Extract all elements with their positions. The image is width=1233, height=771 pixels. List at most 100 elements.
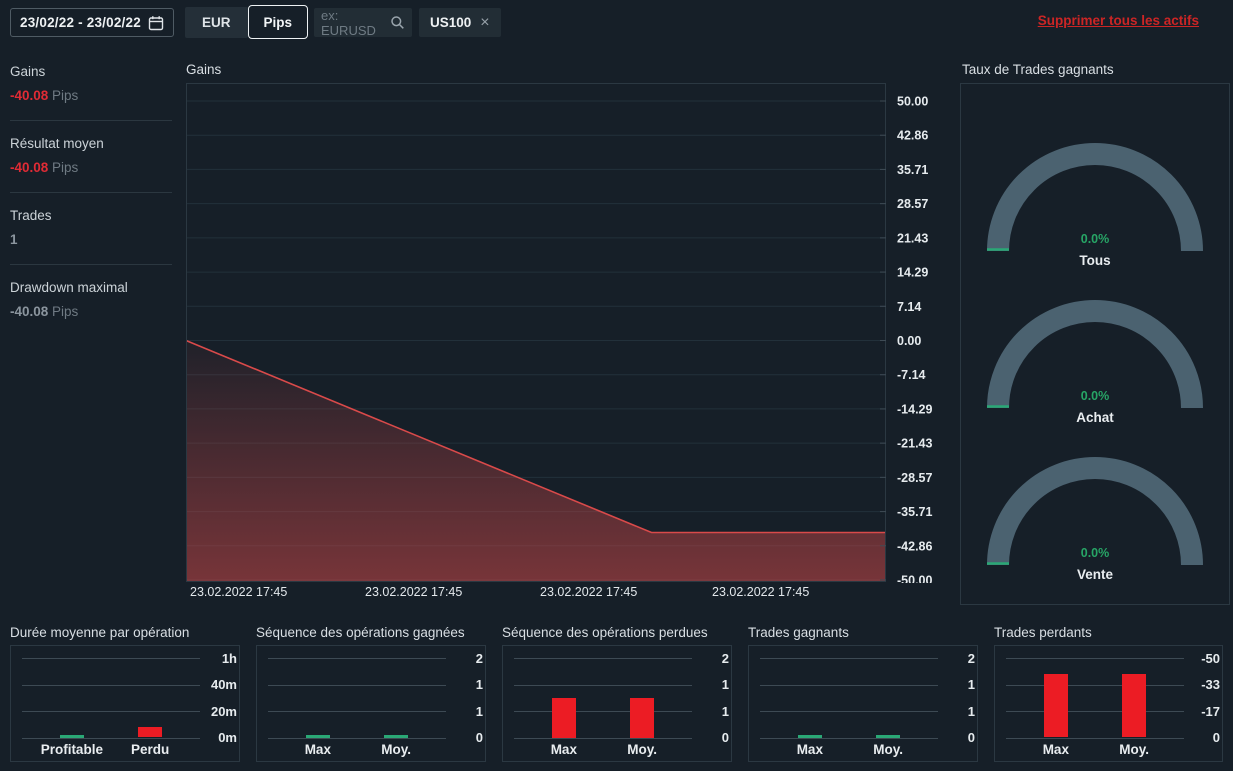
y-tick-label: 2 [721,650,729,666]
y-tick-label: 2 [475,650,483,666]
stat-gains-unit: Pips [52,88,79,103]
y-tick-label: 50.00 [897,95,928,109]
stat-gains: Gains -40.08 Pips [10,58,172,120]
y-tick-label: 0 [1212,730,1220,745]
x-category-label: Moy. [381,742,412,757]
calendar-icon[interactable] [148,15,164,31]
bar-max [551,697,576,738]
y-tick-label: 40m [210,677,237,692]
eur-button[interactable]: EUR [185,6,248,38]
y-tick-label: 1 [721,703,729,719]
y-tick-label: -17 [1201,703,1220,719]
clear-all-assets-link[interactable]: Supprimer tous les actifs [1038,13,1199,28]
stats-sidebar: Gains -40.08 Pips Résultat moyen -40.08 … [10,58,172,336]
y-tick-label: 1 [967,703,975,719]
x-category-label: Profitable [40,742,103,757]
gauge-label: Tous [1079,253,1110,268]
gridline [760,711,938,712]
stat-drawdown-label: Drawdown maximal [10,280,128,295]
y-tick-label: -28.57 [897,471,932,485]
gridline [760,684,938,686]
x-category-label: Moy. [873,742,904,757]
stat-trades-label: Trades [10,208,52,223]
stat-resultat-moyen: Résultat moyen -40.08 Pips [10,120,172,192]
stat-resultat-value: -40.08 [10,160,49,175]
y-tick-label: 0.00 [897,334,921,348]
pips-button[interactable]: Pips [247,5,309,39]
search-placeholder: ex: EURUSD [321,7,376,38]
bar-perdu [138,726,163,738]
stat-resultat-label: Résultat moyen [10,136,104,151]
gridline [268,658,446,659]
bar-moy [384,734,409,738]
search-icon[interactable] [390,15,405,30]
minichart-title: Séquence des opérations gagnées [256,625,465,640]
y-tick-label: 0 [721,730,729,745]
stat-trades: Trades 1 [10,192,172,264]
x-tick-label: 23.02.2022 17:45 [365,585,463,599]
gains-plot-svg: 50.00 42.86 35.71 28.57 21.43 14.29 7.14 0.00 -7… [185,83,932,588]
bar-moy [1122,673,1147,738]
x-category-label: Max [304,742,331,757]
asset-search-input[interactable]: ex: EURUSD [314,7,412,38]
bar-max [797,734,822,738]
gauges-svg: 0.0% Tous 0.0% Achat 0.0% Vente [987,143,1203,582]
gridline [514,684,692,686]
y-tick-label: 1 [475,703,483,719]
gains-chart: 50.00 42.86 35.71 28.57 21.43 14.29 7.14 0.00 -7… [185,83,942,588]
y-tick-label: 1 [721,677,729,692]
gridline [22,658,200,659]
stat-resultat-unit: Pips [52,160,79,175]
minichart-plot: -50 -33 -17 0 Max Moy. [994,645,1223,762]
gridline [1006,737,1184,739]
gauge-value: 0.0% [1081,389,1110,403]
stat-drawdown: Drawdown maximal -40.08 Pips [10,264,172,336]
unit-toggle: EUR Pips [185,5,309,39]
gains-chart-title: Gains [186,62,222,77]
stat-drawdown-value: -40.08 [10,304,49,319]
y-tick-label: -50 [1201,650,1220,666]
y-tick-label: -35.71 [897,505,932,519]
y-tick-label: 1h [221,650,237,666]
y-tick-label: 2 [967,650,975,666]
asset-chip-remove-icon[interactable]: × [480,14,489,31]
y-tick-label: 35.71 [897,163,928,177]
stat-gains-label: Gains [10,64,46,79]
gridline [268,684,446,686]
y-tick-label: -42.86 [897,539,932,553]
y-tick-label: 20m [210,703,237,719]
gridline [1006,684,1184,686]
y-tick-label: 7.14 [897,300,921,314]
gridline [514,658,692,659]
date-range-value: 23/02/22 - 23/02/22 [20,15,141,30]
stat-gains-value: -40.08 [10,88,49,103]
y-tick-label: 1 [475,677,483,692]
bar-profitable [59,734,84,738]
x-category-label: Moy. [627,742,658,757]
y-tick-label: -33 [1201,677,1220,692]
x-category-label: Max [550,742,577,757]
y-tick-label: -50.00 [897,574,932,584]
win-rate-panel-title: Taux de Trades gagnants [962,62,1114,77]
y-tick-label: 0 [475,730,483,745]
stat-drawdown-unit: Pips [52,304,79,319]
minichart-plot: 2 1 1 0 Max Moy. [748,645,978,762]
gauge-value: 0.0% [1081,232,1110,246]
asset-chip-label: US100 [430,15,472,30]
y-tick-label: -14.29 [897,402,932,416]
gauge-value: 0.0% [1081,546,1110,560]
gridline [760,658,938,659]
x-category-label: Max [1042,742,1069,757]
minichart-plot: 2 1 1 0 Max Moy. [256,645,486,762]
date-range-input[interactable]: 23/02/22 - 23/02/22 [10,8,174,37]
minichart-title: Trades perdants [994,625,1092,640]
stat-trades-value: 1 [10,232,18,247]
y-tick-label: 42.86 [897,129,928,143]
x-tick-label: 23.02.2022 17:45 [712,585,810,599]
minichart-sequence-perdues: Séquence des opérations perdues 2 1 1 0 Max M… [502,625,732,762]
bar-moy [630,697,655,738]
gauge-label: Achat [1076,410,1114,425]
minichart-trades-perdants: Trades perdants -50 -33 -17 0 Max Moy. [994,625,1223,762]
y-tick-label: -21.43 [897,437,932,451]
asset-chip-us100: US100 × [419,8,501,37]
